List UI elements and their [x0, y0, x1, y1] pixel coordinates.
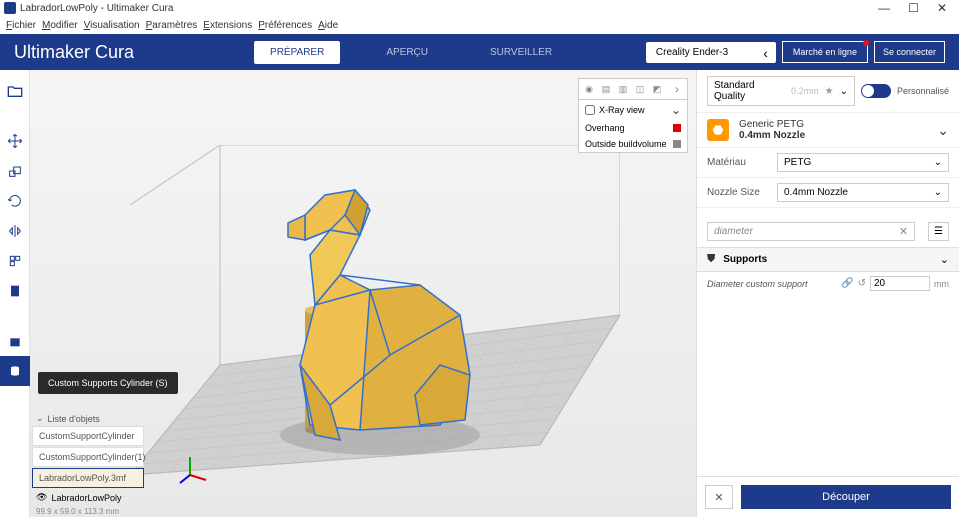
menu-preferences[interactable]: Préférences: [258, 20, 312, 31]
nozzle-label: Nozzle Size: [707, 187, 769, 198]
maximize-icon[interactable]: ☐: [908, 1, 919, 15]
eye-icon[interactable]: 👁: [36, 492, 47, 503]
profile-dropdown[interactable]: Standard Quality 0.2mm ★ ⌄: [707, 76, 855, 106]
xray-checkbox[interactable]: [585, 105, 595, 115]
view-type-5-icon[interactable]: ◩: [650, 82, 664, 96]
brand-logo: Ultimaker Cura: [14, 42, 134, 63]
tooltip: Custom Supports Cylinder (S): [38, 372, 178, 394]
list-item[interactable]: CustomSupportCylinder: [32, 426, 144, 446]
custom-toggle-label: Personnalisé: [897, 86, 949, 96]
scale-tool[interactable]: [0, 156, 30, 186]
menu-help[interactable]: Aide: [318, 20, 338, 31]
chevron-down-icon: ⌄: [934, 157, 942, 168]
support-icon: ⛊: [707, 253, 715, 266]
overhang-label: Overhang: [585, 123, 669, 133]
labrador-model: [288, 190, 470, 440]
supports-category[interactable]: ⛊ Supports ⌄: [697, 247, 959, 272]
unit-label: mm: [934, 279, 949, 289]
xray-label: X-Ray view: [599, 105, 667, 115]
settings-search-input[interactable]: [707, 222, 915, 241]
view-type-solid-icon[interactable]: ◉: [582, 82, 596, 96]
view-options-panel: ◉ ▤ ▥ ◫ ◩ › X-Ray view ⌄ Overhang Outsid…: [578, 78, 688, 153]
reset-icon[interactable]: ↺: [858, 278, 866, 289]
selected-object-name: 👁 LabradorLowPoly: [32, 489, 144, 506]
settings-menu-icon[interactable]: ☰: [928, 222, 949, 241]
menu-extensions[interactable]: Extensions: [203, 20, 252, 31]
chevron-down-icon: ⌄: [940, 253, 949, 266]
list-item[interactable]: CustomSupportCylinder(1): [32, 447, 144, 467]
custom-support-cube-tool[interactable]: [0, 326, 30, 356]
material-expand-icon[interactable]: ⌄: [937, 122, 949, 139]
chevron-down-icon: ⌄: [840, 86, 848, 97]
stage-preview[interactable]: APERÇU: [370, 41, 444, 64]
minimize-icon[interactable]: —: [878, 1, 890, 15]
chevron-down-icon: ⌄: [934, 187, 942, 198]
recommended-settings-button[interactable]: ✕: [705, 485, 733, 509]
menu-file[interactable]: Fichier: [6, 20, 36, 31]
per-model-tool[interactable]: [0, 246, 30, 276]
star-icon: ★: [825, 86, 834, 97]
marketplace-button[interactable]: Marché en ligne: [782, 41, 868, 63]
outside-label: Outside buildvolume: [585, 139, 669, 149]
menu-edit[interactable]: Modifier: [42, 20, 78, 31]
viewport-3d[interactable]: ◉ ▤ ▥ ◫ ◩ › X-Ray view ⌄ Overhang Outsid…: [30, 70, 696, 517]
slice-button[interactable]: Découper: [741, 485, 951, 509]
notification-dot-icon: [863, 40, 869, 46]
overhang-color-swatch: [673, 124, 681, 132]
nozzle-dropdown[interactable]: 0.4mm Nozzle⌄: [777, 183, 949, 202]
material-label: Matériau: [707, 157, 769, 168]
mirror-tool[interactable]: [0, 216, 30, 246]
setting-label: Diameter custom support: [707, 279, 837, 289]
list-item[interactable]: LabradorLowPoly.3mf: [32, 468, 144, 488]
menu-settings[interactable]: Paramètres: [146, 20, 198, 31]
chevron-down-icon: ⌄: [36, 413, 44, 424]
view-type-chevron-icon[interactable]: ›: [670, 82, 684, 96]
menu-view[interactable]: Visualisation: [84, 20, 140, 31]
view-type-xray-icon[interactable]: ▤: [599, 82, 613, 96]
support-blocker-tool[interactable]: [0, 276, 30, 306]
app-icon: [4, 2, 16, 14]
build-volume: [130, 145, 620, 485]
view-type-layer-icon[interactable]: ▥: [616, 82, 630, 96]
stage-monitor[interactable]: SURVEILLER: [474, 41, 568, 64]
material-summary: Generic PETG 0.4mm Nozzle: [739, 119, 927, 141]
material-dropdown[interactable]: PETG⌄: [777, 153, 949, 172]
custom-support-cylinder-tool[interactable]: [0, 356, 30, 386]
move-tool[interactable]: [0, 126, 30, 156]
object-dimensions: 99.9 x 59.0 x 113.3 mm: [32, 506, 144, 517]
diameter-input[interactable]: [870, 276, 930, 291]
rotate-tool[interactable]: [0, 186, 30, 216]
custom-toggle[interactable]: [861, 84, 891, 98]
close-icon[interactable]: ✕: [937, 1, 947, 15]
open-file-tool[interactable]: [0, 76, 30, 106]
outside-color-swatch: [673, 140, 681, 148]
connect-button[interactable]: Se connecter: [874, 41, 945, 63]
menu-bar: Fichier Modifier Visualisation Paramètre…: [0, 16, 959, 34]
window-title: LabradorLowPoly - Ultimaker Cura: [20, 3, 878, 14]
link-icon[interactable]: 🔗: [841, 278, 853, 289]
stage-prepare[interactable]: PRÉPARER: [254, 41, 340, 64]
object-list-header[interactable]: ⌄ Liste d'objets: [32, 411, 144, 426]
printer-dropdown[interactable]: Creality Ender-3: [646, 42, 776, 63]
view-type-4-icon[interactable]: ◫: [633, 82, 647, 96]
clear-search-icon[interactable]: ✕: [899, 225, 908, 238]
chevron-down-icon[interactable]: ⌄: [671, 103, 681, 117]
extruder-icon: ⬣: [707, 119, 729, 141]
